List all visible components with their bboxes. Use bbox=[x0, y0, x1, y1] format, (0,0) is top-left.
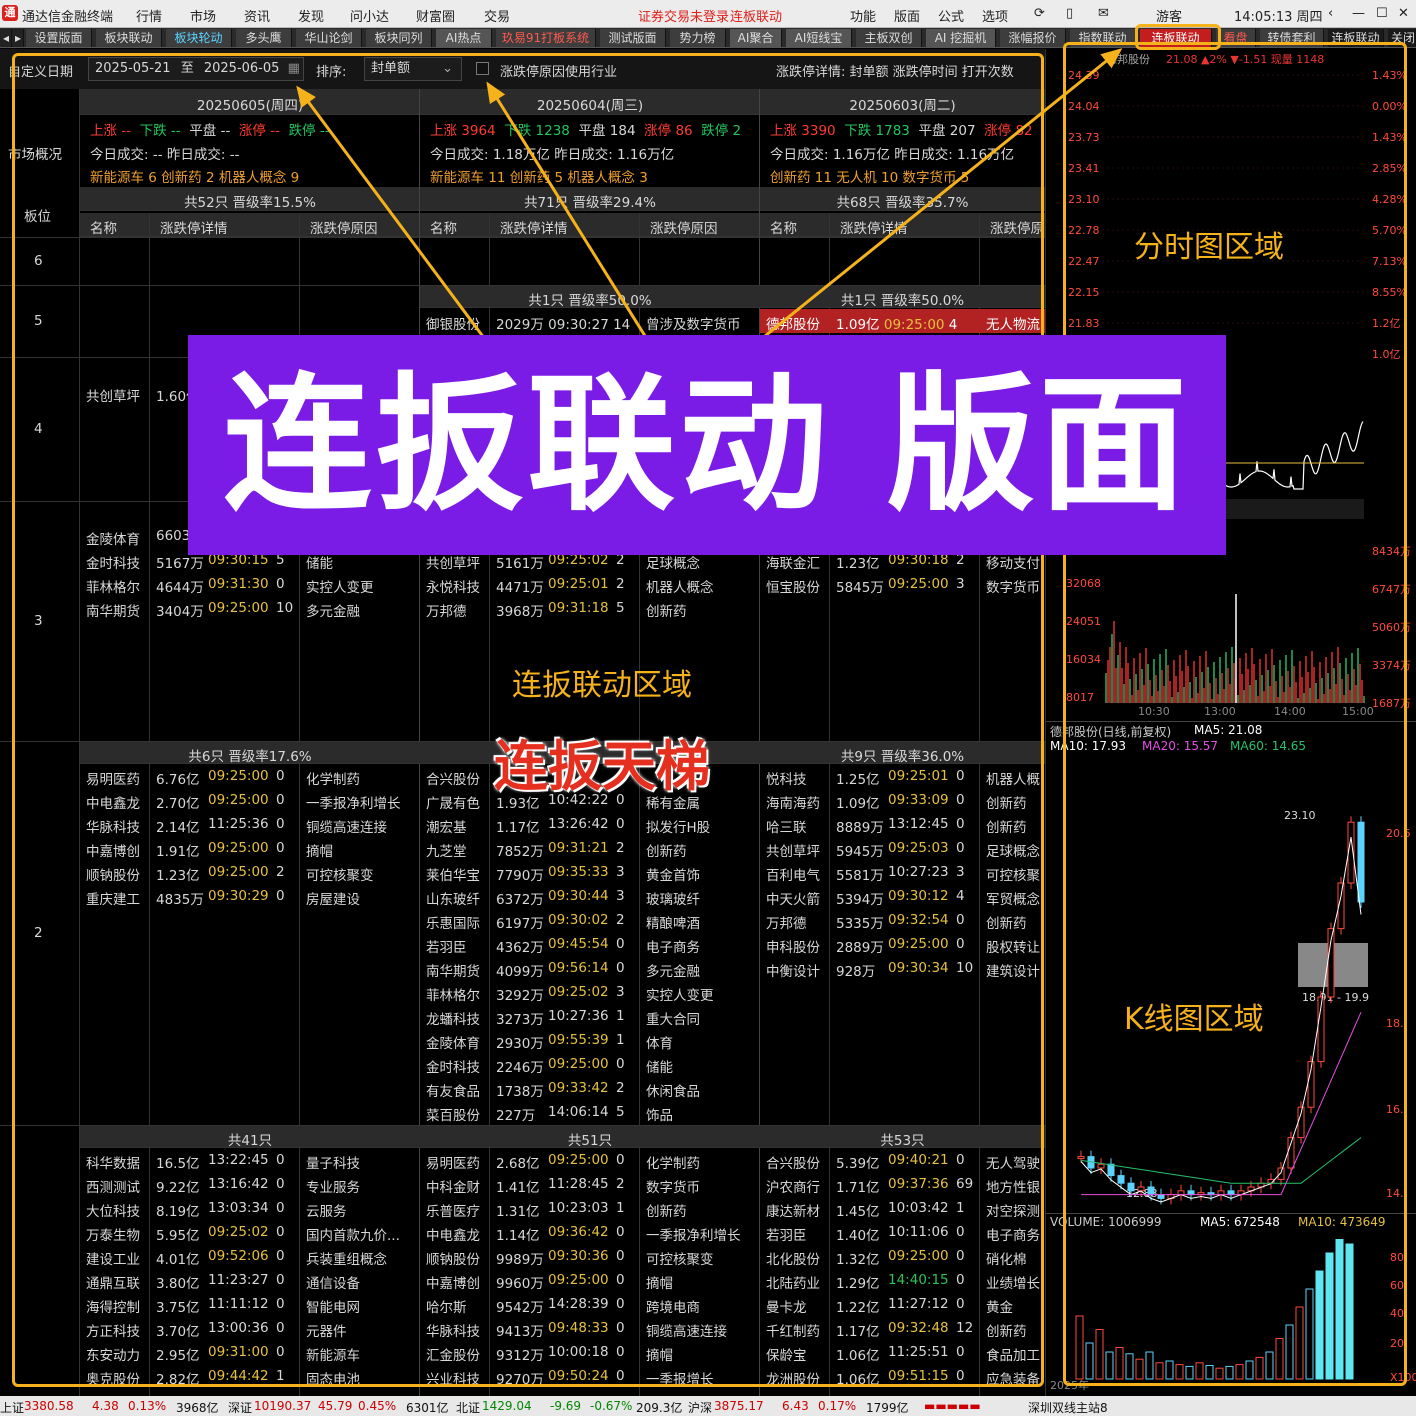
tab-dabang-system[interactable]: 玖易91打板系统 bbox=[496, 29, 596, 47]
tab-test[interactable]: 测试版面 bbox=[600, 29, 666, 47]
sh-index-pct: 0.13% bbox=[128, 1399, 167, 1413]
tab-gain-quote[interactable]: 涨幅报价 bbox=[1000, 29, 1066, 47]
tab-ai-hot[interactable]: AI热点 bbox=[436, 29, 492, 47]
minimize-icon[interactable]: — bbox=[1352, 6, 1365, 21]
app-title: 通达信金融终端 bbox=[22, 10, 114, 25]
title-banner: 连扳联动 版面 bbox=[188, 335, 1226, 555]
hs-index-amount: 1799亿 bbox=[866, 1401, 909, 1415]
menu-item-options[interactable]: 选项 bbox=[982, 6, 1008, 25]
intraday-area-label: 分时图区域 bbox=[1134, 230, 1284, 265]
sz-index-label[interactable]: 深证 bbox=[228, 1399, 252, 1416]
menu-item-market[interactable]: 市场 bbox=[190, 6, 216, 25]
menu-item-layout[interactable]: 版面 bbox=[894, 6, 920, 25]
tab-ai-aggregate[interactable]: AI聚合 bbox=[730, 29, 782, 47]
server-name[interactable]: 深圳双线主站8 bbox=[1028, 1399, 1108, 1416]
clock: 14:05:13 周四 bbox=[1234, 10, 1323, 25]
bz-index-value: 1429.04 bbox=[482, 1399, 532, 1413]
app-logo-icon: 通 bbox=[2, 5, 18, 21]
tab-scroll-left-icon[interactable]: ◂ bbox=[0, 29, 12, 47]
linkage-area-label: 连扳联动区域 bbox=[512, 668, 692, 703]
hs-index-change: 6.43 bbox=[782, 1399, 809, 1413]
tab-sector-linkage[interactable]: 板块联动 bbox=[96, 29, 162, 47]
back-icon[interactable]: ‹ bbox=[1328, 6, 1333, 21]
phone-icon[interactable]: ▯ bbox=[1066, 6, 1073, 21]
tab-ai-miner[interactable]: AI 挖掘机 bbox=[926, 29, 996, 47]
bz-index-change: -9.69 bbox=[550, 1399, 582, 1413]
maximize-icon[interactable]: ☐ bbox=[1376, 6, 1388, 21]
title-banner-text: 连扳联动 版面 bbox=[223, 359, 1191, 531]
tab-highlight-frame bbox=[1135, 24, 1221, 50]
menu-item-function[interactable]: 功能 bbox=[850, 6, 876, 25]
sz-index-value: 10190.37 bbox=[254, 1399, 312, 1413]
close-icon[interactable]: ✕ bbox=[1398, 6, 1409, 21]
bz-index-amount: 209.3亿 bbox=[636, 1401, 683, 1415]
tab-scroll-right-icon[interactable]: ▸ bbox=[12, 29, 24, 47]
market-breadth-icon: ▬▬▬▬▬ bbox=[924, 1399, 981, 1413]
tab-power-list[interactable]: 势力榜 bbox=[670, 29, 726, 47]
menu-item-news[interactable]: 资讯 bbox=[244, 6, 270, 25]
tab-main-dual[interactable]: 主板双创 bbox=[856, 29, 922, 47]
linkage-area-frame bbox=[12, 53, 1044, 1387]
tab-sector-column[interactable]: 板块同列 bbox=[366, 29, 432, 47]
menu-item-ask[interactable]: 问小达 bbox=[350, 6, 389, 25]
bz-index-label[interactable]: 北证 bbox=[456, 1399, 480, 1416]
bz-index-pct: -0.67% bbox=[590, 1399, 633, 1413]
menu-item-wealth[interactable]: 财富圈 bbox=[416, 6, 455, 25]
sh-index-change: 4.38 bbox=[92, 1399, 119, 1413]
sz-index-pct: 0.45% bbox=[358, 1399, 397, 1413]
sh-index-amount: 3968亿 bbox=[176, 1401, 219, 1415]
menu-item-quote[interactable]: 行情 bbox=[136, 6, 162, 25]
tab-bull-hawk[interactable]: 多头鹰 bbox=[236, 29, 292, 47]
menu-item-trade[interactable]: 交易 bbox=[484, 6, 510, 25]
sh-index-label[interactable]: 上证 bbox=[0, 1399, 24, 1416]
kline-area-label: K线图区域 bbox=[1124, 1002, 1264, 1037]
user-name[interactable]: 游客 bbox=[1156, 6, 1182, 25]
tab-ai-short[interactable]: AI短线宝 bbox=[786, 29, 852, 47]
status-bar: 上证 3380.58 4.38 0.13% 3968亿 深证 10190.37 … bbox=[0, 1396, 1416, 1416]
tab-settings[interactable]: 设置版面 bbox=[26, 29, 92, 47]
refresh-icon[interactable]: ⟳ bbox=[1034, 6, 1045, 21]
tab-huashan[interactable]: 华山论剑 bbox=[296, 29, 362, 47]
hs-index-value: 3875.17 bbox=[714, 1399, 764, 1413]
current-layout-name: 连板联动 bbox=[730, 10, 783, 25]
menu-item-formula[interactable]: 公式 bbox=[938, 6, 964, 25]
ladder-label: 连扳天梯 bbox=[494, 735, 710, 798]
sz-index-amount: 6301亿 bbox=[406, 1401, 449, 1415]
login-status[interactable]: 证券交易未登录 bbox=[638, 6, 729, 25]
sh-index-value: 3380.58 bbox=[24, 1399, 74, 1413]
hs-index-pct: 0.17% bbox=[818, 1399, 857, 1413]
hs-index-label[interactable]: 沪深 bbox=[688, 1399, 712, 1416]
menu-item-discover[interactable]: 发现 bbox=[298, 6, 324, 25]
sz-index-change: 45.79 bbox=[318, 1399, 353, 1413]
tab-sector-rotation[interactable]: 板块轮动 bbox=[166, 29, 232, 47]
mail-icon[interactable]: ✉ bbox=[1098, 6, 1109, 21]
